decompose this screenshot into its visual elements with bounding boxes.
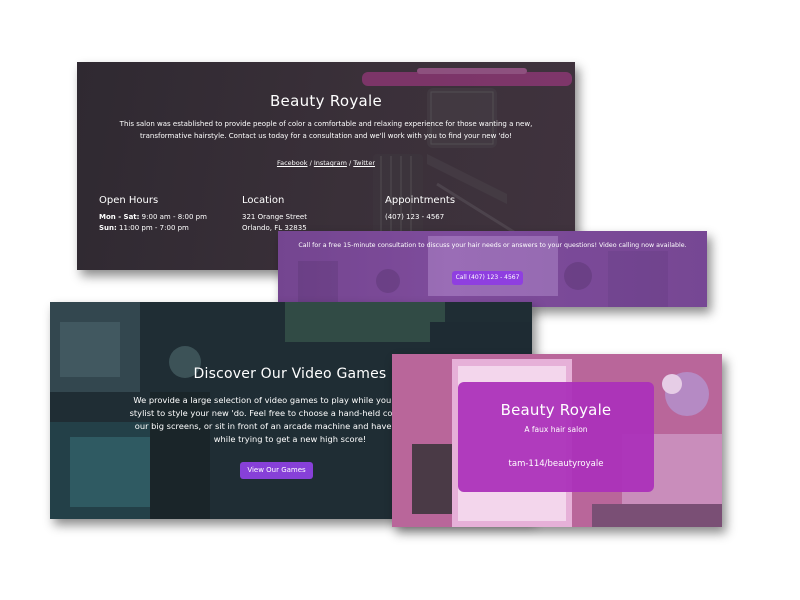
appointments-heading: Appointments [385, 195, 456, 206]
page-title: Beauty Royale [269, 92, 383, 110]
view-games-button[interactable]: View Our Games [240, 462, 313, 479]
hours-value: 9:00 am - 8:00 pm [139, 213, 207, 221]
salon-intro-text: This salon was established to provide pe… [119, 120, 533, 140]
hero-subtitle: A faux hair salon [524, 425, 588, 434]
appointments-section: Appointments (407) 123 - 4567 [385, 195, 455, 223]
twitter-link[interactable]: Twitter [353, 159, 375, 167]
hours-label: Sun: [99, 224, 117, 232]
call-button[interactable]: Call (407) 123 - 4567 [452, 271, 523, 285]
open-hours-heading: Open Hours [99, 195, 159, 206]
phone-number: (407) 123 - 4567 [385, 213, 445, 221]
facebook-link[interactable]: Facebook [277, 159, 308, 167]
location-heading: Location [242, 195, 285, 206]
instagram-link[interactable]: Instagram [314, 159, 347, 167]
consultation-text: Call for a free 15-minute consultation t… [298, 242, 687, 249]
hero-title: Beauty Royale [500, 401, 612, 419]
hours-value: 11:00 pm - 7:00 pm [116, 224, 189, 232]
collage: Beauty Royale This salon was established… [0, 0, 800, 600]
address-line-1: 321 Orange Street [242, 213, 307, 221]
hours-row-weekday: Mon - Sat: 9:00 am - 8:00 pm [99, 212, 207, 223]
hero-card: Beauty Royale A faux hair salon tam-114/… [458, 382, 654, 492]
consultation-banner: Call for a free 15-minute consultation t… [278, 231, 707, 307]
hero-section: Beauty Royale A faux hair salon tam-114/… [392, 354, 722, 527]
hours-label: Mon - Sat: [99, 213, 140, 221]
location-section: Location 321 Orange Street Orlando, FL 3… [242, 195, 307, 234]
hero-handle: tam-114/beautyroyale [508, 459, 604, 469]
hours-row-sunday: Sun: 11:00 pm - 7:00 pm [99, 223, 207, 234]
social-links: Facebook / Instagram / Twitter [77, 159, 575, 167]
open-hours-section: Open Hours Mon - Sat: 9:00 am - 8:00 pm … [99, 195, 207, 234]
